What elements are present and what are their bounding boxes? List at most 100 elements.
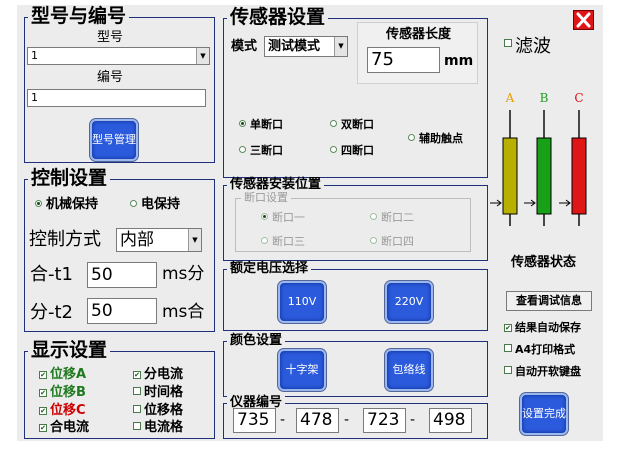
display-item-label: 合电流 xyxy=(50,420,90,435)
display-item-label: 位移格 xyxy=(144,403,184,418)
crosshair-button[interactable]: 十字架 xyxy=(278,349,326,391)
sensor-group-title: 传感器设置 xyxy=(227,8,329,27)
radio-break-1-label: 断口一 xyxy=(272,211,305,224)
control-group-title: 控制设置 xyxy=(28,169,111,188)
check-icon: ✔ xyxy=(39,371,47,379)
checkbox-open-current[interactable]: ✔ 分电流 xyxy=(133,368,183,381)
radio-break-3-label: 断口三 xyxy=(272,235,305,248)
display-item-label: 分电流 xyxy=(144,367,184,382)
checkbox-filter[interactable]: 滤波 xyxy=(504,38,551,56)
display-item-label: 位移C xyxy=(50,403,86,418)
control-mode-select[interactable]: 内部 ▼ xyxy=(116,228,202,252)
checkbox-time-grid[interactable]: 时间格 xyxy=(133,386,183,399)
instrument-separator: - xyxy=(344,412,350,428)
chevron-down-icon[interactable]: ▼ xyxy=(196,48,209,64)
display-item-label: 电流格 xyxy=(144,420,184,435)
sensor-mode-select[interactable]: 测试模式 ▼ xyxy=(264,36,348,57)
voltage-220v-button[interactable]: 220V xyxy=(385,281,433,323)
sensor-length-input[interactable]: 75 xyxy=(367,47,440,73)
model-manage-button[interactable]: 型号管理 xyxy=(90,119,138,161)
checkbox-auto-keyboard[interactable]: 自动开软键盘 xyxy=(504,366,581,377)
phase-b-label: B xyxy=(540,91,549,105)
model-group-title: 型号与编号 xyxy=(28,7,130,26)
sensor-state-diagram: A B C xyxy=(490,91,587,226)
voltage-110v-button[interactable]: 110V xyxy=(278,281,326,323)
radio-break-4-label: 断口四 xyxy=(381,235,414,248)
radio-break-2[interactable]: 断口二 xyxy=(370,212,414,223)
voltage-group xyxy=(223,269,488,331)
checkbox-a4-print[interactable]: A4打印格式 xyxy=(504,344,575,355)
envelope-button[interactable]: 包络线 xyxy=(385,349,433,391)
check-icon: ✔ xyxy=(39,407,47,415)
instrument-separator: - xyxy=(410,412,416,428)
break-setting-title: 断口设置 xyxy=(241,192,291,203)
checkbox-icon xyxy=(504,366,512,374)
checkbox-icon xyxy=(133,387,141,395)
checkbox-close-current[interactable]: ✔ 合电流 xyxy=(39,421,89,434)
radio-dot xyxy=(370,237,377,244)
radio-single-break[interactable]: 单断口 xyxy=(239,119,283,130)
check-icon: ✔ xyxy=(133,371,141,379)
instrument-separator: - xyxy=(280,412,286,428)
color-group-title: 颜色设置 xyxy=(227,334,286,347)
chevron-down-icon[interactable]: ▼ xyxy=(188,229,201,251)
control-mode-label: 控制方式 xyxy=(29,229,101,250)
sensor-length-title: 传感器长度 xyxy=(386,27,452,42)
display-item-label: 位移A xyxy=(50,367,87,382)
display-group-title: 显示设置 xyxy=(28,341,111,360)
radio-electric-hold[interactable]: 电保持 xyxy=(130,198,180,211)
settings-panel: 型号与编号 型号 1 ▼ 编号 1 型号管理 控制设置 机械保持 电保持 控制方… xyxy=(17,5,603,441)
finish-settings-button[interactable]: 设置完成 xyxy=(520,393,568,435)
radio-break-1[interactable]: 断口一 xyxy=(261,212,305,223)
color-group xyxy=(223,341,488,397)
radio-triple-break-label: 三断口 xyxy=(250,144,283,157)
radio-quad-break-label: 四断口 xyxy=(341,144,374,157)
close-time-unit: ms合 xyxy=(162,302,205,322)
checkbox-displacement-c[interactable]: ✔ 位移C xyxy=(39,404,86,417)
phase-c-sensor xyxy=(571,137,587,215)
radio-dot xyxy=(35,200,42,207)
radio-quad-break[interactable]: 四断口 xyxy=(330,145,374,156)
phase-c-label: C xyxy=(574,91,583,105)
radio-mechanical-hold[interactable]: 机械保持 xyxy=(35,198,98,211)
radio-aux-contact[interactable]: 辅助触点 xyxy=(408,133,463,144)
radio-break-2-label: 断口二 xyxy=(381,211,414,224)
model-select-value: 1 xyxy=(31,49,38,62)
view-debug-button[interactable]: 查看调试信息 xyxy=(506,291,592,311)
radio-dot xyxy=(330,146,337,153)
radio-break-4[interactable]: 断口四 xyxy=(370,236,414,247)
open-time-input[interactable]: 50 xyxy=(87,262,157,288)
display-item-label: 位移B xyxy=(50,385,86,400)
radio-aux-contact-label: 辅助触点 xyxy=(419,132,463,145)
checkbox-icon xyxy=(504,39,512,47)
instrument-number-part-4[interactable]: 498 xyxy=(429,408,472,433)
checkbox-displacement-b[interactable]: ✔ 位移B xyxy=(39,386,86,399)
instrument-number-part-1[interactable]: 735 xyxy=(233,408,276,433)
open-time-label: 合-t1 xyxy=(30,264,74,285)
radio-dot xyxy=(261,213,268,220)
close-time-label: 分-t2 xyxy=(30,302,74,323)
checkbox-displacement-a[interactable]: ✔ 位移A xyxy=(39,368,86,381)
close-time-input[interactable]: 50 xyxy=(87,298,157,324)
number-input[interactable]: 1 xyxy=(27,89,206,107)
auto-keyboard-label: 自动开软键盘 xyxy=(515,365,581,378)
checkbox-auto-save[interactable]: ✔ 结果自动保存 xyxy=(504,322,581,333)
check-icon: ✔ xyxy=(39,424,47,432)
radio-triple-break[interactable]: 三断口 xyxy=(239,145,283,156)
chevron-down-icon[interactable]: ▼ xyxy=(334,37,347,56)
radio-dot xyxy=(239,146,246,153)
radio-single-break-label: 单断口 xyxy=(250,118,283,131)
radio-dot xyxy=(261,237,268,244)
model-select[interactable]: 1 ▼ xyxy=(27,47,210,65)
phase-a-sensor xyxy=(502,137,518,215)
radio-break-3[interactable]: 断口三 xyxy=(261,236,305,247)
check-icon: ✔ xyxy=(39,389,47,397)
filter-label: 滤波 xyxy=(515,36,551,57)
instrument-number-part-2[interactable]: 478 xyxy=(296,408,339,433)
instrument-number-part-3[interactable]: 723 xyxy=(363,408,406,433)
checkbox-displacement-grid[interactable]: 位移格 xyxy=(133,404,183,417)
close-button[interactable] xyxy=(573,10,594,30)
radio-double-break[interactable]: 双断口 xyxy=(330,119,374,130)
checkbox-current-grid[interactable]: 电流格 xyxy=(133,421,183,434)
radio-dot xyxy=(330,120,337,127)
